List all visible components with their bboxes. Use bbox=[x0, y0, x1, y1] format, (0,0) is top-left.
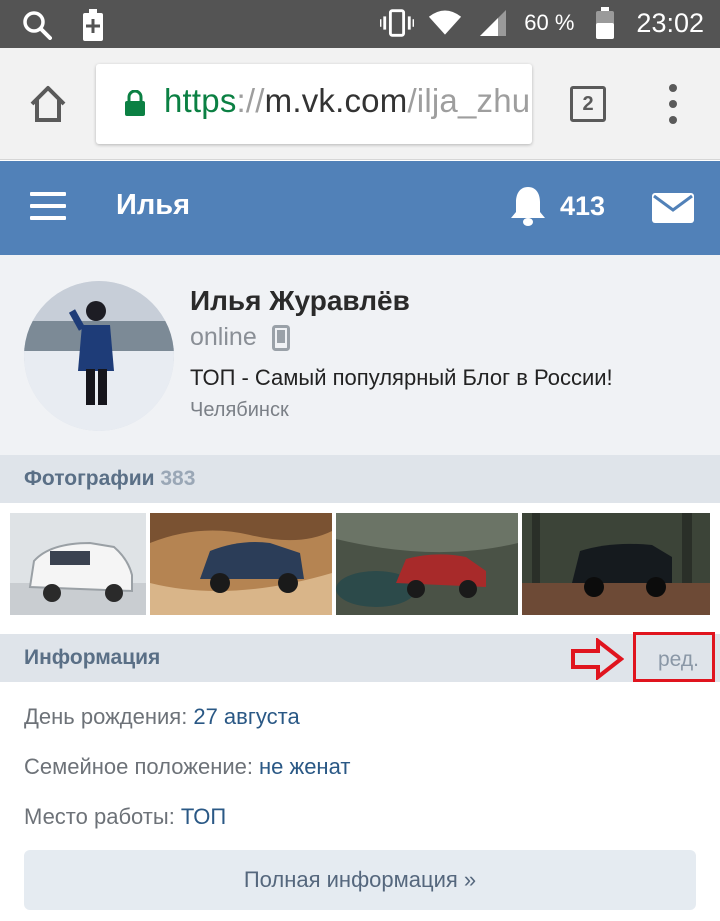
photos-label: Фотографии bbox=[24, 467, 155, 490]
app-header: Илья 413 bbox=[0, 161, 720, 255]
tab-switcher-button[interactable]: 2 bbox=[570, 86, 606, 122]
address-bar[interactable]: https://m.vk.com/ilja_zhu bbox=[96, 64, 532, 144]
lock-icon bbox=[124, 89, 146, 116]
header-title: Илья bbox=[116, 189, 191, 221]
home-icon[interactable] bbox=[26, 82, 70, 126]
work-value[interactable]: ТОП bbox=[181, 804, 226, 829]
relationship-label: Семейное положение: bbox=[24, 754, 253, 779]
wifi-icon bbox=[428, 6, 462, 40]
photo-thumbnail[interactable] bbox=[10, 513, 146, 615]
info-row-birthday: День рождения: 27 августа bbox=[24, 704, 300, 730]
hamburger-menu-icon[interactable] bbox=[30, 192, 66, 220]
url-text: https://m.vk.com/ilja_zhu bbox=[164, 82, 531, 119]
mail-icon[interactable] bbox=[652, 193, 694, 223]
work-label: Место работы: bbox=[24, 804, 175, 829]
profile-city: Челябинск bbox=[190, 399, 289, 421]
avatar[interactable] bbox=[24, 281, 174, 431]
photo-thumbnail[interactable] bbox=[336, 513, 518, 615]
info-label: Информация bbox=[24, 646, 161, 669]
notifications-count[interactable]: 413 bbox=[560, 191, 605, 222]
online-status: online bbox=[190, 323, 257, 351]
edit-highlight-box bbox=[633, 632, 715, 682]
info-section-header: Информация ред. bbox=[0, 632, 720, 682]
overflow-menu-icon[interactable] bbox=[664, 84, 682, 124]
clock: 23:02 bbox=[636, 7, 704, 38]
mobile-phone-icon bbox=[272, 325, 290, 351]
photo-thumbnail[interactable] bbox=[150, 513, 332, 615]
info-row-relationship: Семейное положение: не женат bbox=[24, 754, 350, 780]
cellular-signal-icon bbox=[476, 6, 510, 40]
search-icon bbox=[20, 8, 54, 42]
profile-card: Илья Журавлёв online ТОП - Самый популяр… bbox=[0, 255, 720, 455]
arrow-right-icon bbox=[570, 636, 625, 682]
browser-toolbar: https://m.vk.com/ilja_zhu 2 bbox=[0, 48, 720, 160]
info-row-work: Место работы: ТОП bbox=[24, 804, 226, 830]
battery-percent: 60 % bbox=[524, 10, 575, 35]
bell-icon[interactable] bbox=[508, 185, 548, 227]
relationship-value[interactable]: не женат bbox=[259, 754, 350, 779]
birthday-value[interactable]: 27 августа bbox=[193, 704, 299, 729]
full-info-button[interactable]: Полная информация » bbox=[24, 850, 696, 910]
photos-count: 383 bbox=[160, 467, 196, 490]
profile-name: Илья Журавлёв bbox=[190, 285, 410, 316]
battery-icon bbox=[588, 6, 622, 40]
profile-status-text: ТОП - Самый популярный Блог в России! bbox=[190, 365, 613, 390]
photos-section-header[interactable]: Фотографии 383 bbox=[0, 455, 720, 503]
photo-thumbnail[interactable] bbox=[522, 513, 710, 615]
birthday-label: День рождения: bbox=[24, 704, 188, 729]
battery-saver-icon bbox=[76, 8, 110, 42]
status-bar: 60 % 23:02 bbox=[0, 0, 720, 48]
photos-strip bbox=[0, 503, 720, 631]
vibrate-icon bbox=[380, 6, 415, 40]
